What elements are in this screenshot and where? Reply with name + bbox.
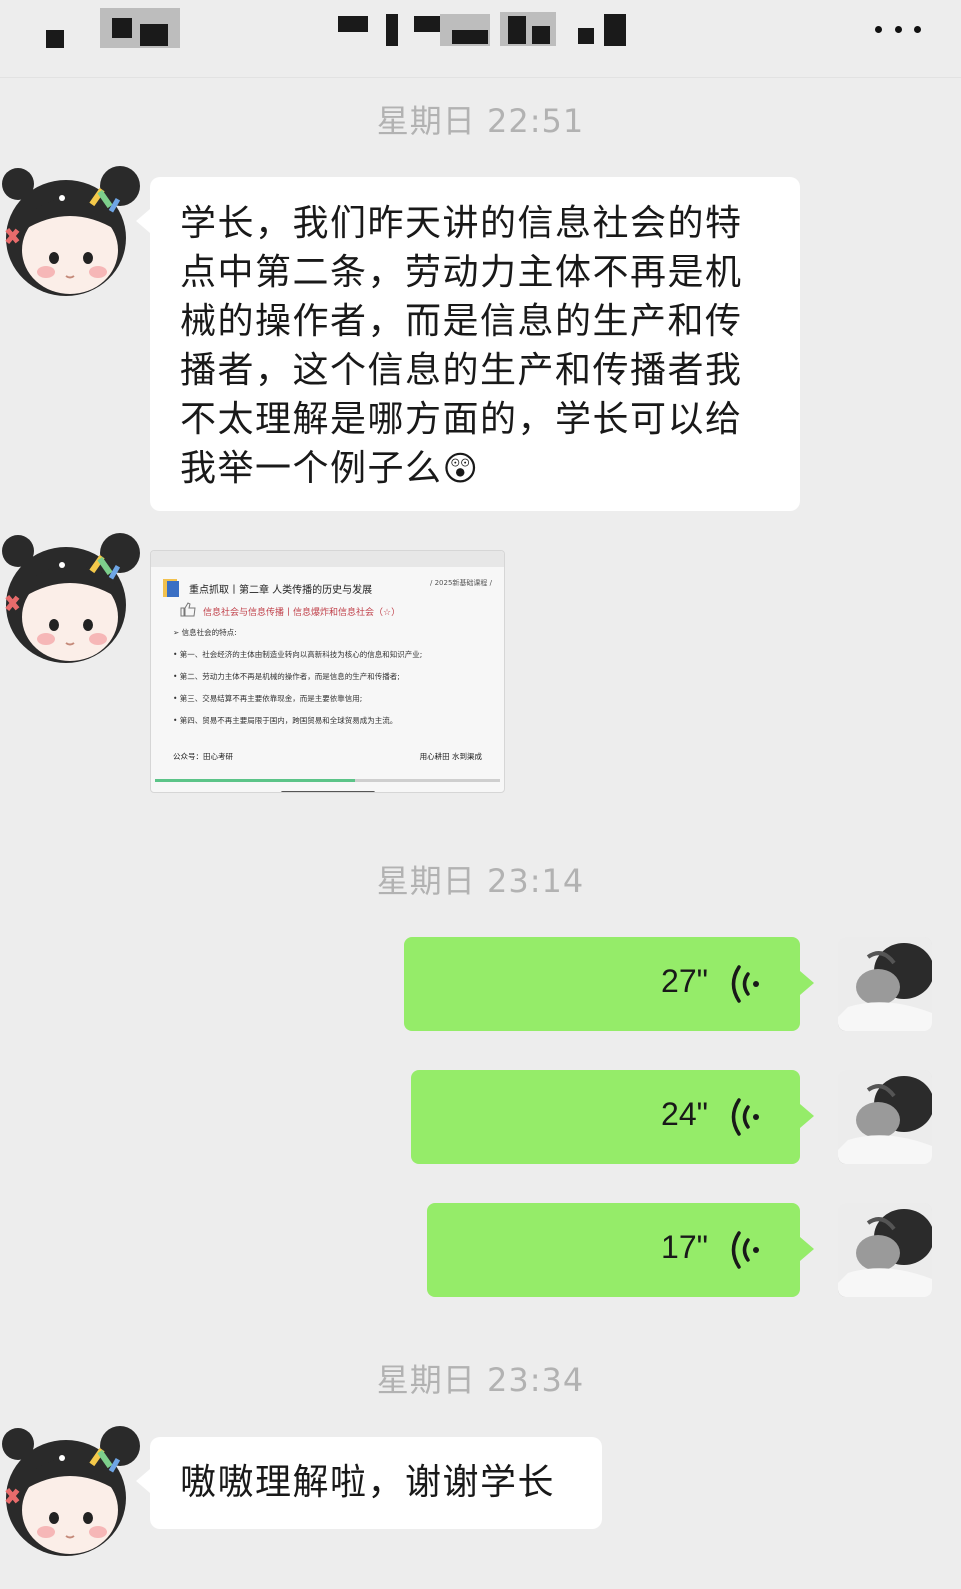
redacted-title-block xyxy=(112,18,132,38)
redacted-title-block xyxy=(578,28,594,44)
self-avatar[interactable] xyxy=(838,1070,932,1164)
image-footer-left: 公众号：田心考研 xyxy=(173,752,233,761)
dot xyxy=(894,25,902,33)
image-slide-title: 重点抓取丨第二章 人类传播的历史与发展 xyxy=(189,585,373,596)
redacted-title-block xyxy=(532,26,550,44)
voice-duration: 17" xyxy=(661,1229,708,1265)
image-slide-line: • 第一、社会经济的主体由制造业转向以高新科技为核心的信息和知识产业; xyxy=(173,650,423,659)
image-slide-line: • 第三、交易结算不再主要依靠现金，而是主要依靠信用; xyxy=(173,694,363,703)
contact-avatar[interactable] xyxy=(0,525,140,665)
redacted-title-block xyxy=(604,14,626,46)
more-icon[interactable] xyxy=(875,18,921,40)
video-progress-fill xyxy=(155,779,356,782)
sleeping-person-photo-icon xyxy=(838,937,932,1031)
image-header-bar xyxy=(151,551,504,567)
voice-wave-icon xyxy=(731,965,759,1003)
redacted-title-block xyxy=(508,16,526,44)
cartoon-girl-avatar-icon xyxy=(2,1426,140,1556)
redacted-title-block xyxy=(46,30,64,48)
video-progress-bar[interactable] xyxy=(155,779,500,782)
self-avatar[interactable] xyxy=(838,937,932,1031)
cartoon-girl-avatar-icon xyxy=(2,166,140,296)
incoming-text-message[interactable]: 嗷嗷理解啦，谢谢学长 xyxy=(136,1437,602,1529)
outgoing-voice-message[interactable]: 27" xyxy=(404,937,814,1031)
timestamp: 星期日 22:51 xyxy=(376,102,585,140)
redacted-title-block xyxy=(338,16,368,32)
dot xyxy=(914,25,921,33)
redacted-title-block xyxy=(452,30,488,44)
contact-avatar[interactable] xyxy=(0,158,140,298)
sleeping-person-photo-icon xyxy=(838,1203,932,1297)
contact-avatar[interactable] xyxy=(0,1418,140,1558)
image-message[interactable]: 重点抓取丨第二章 人类传播的历史与发展 / 2025新基础课程 / 信息社会与信… xyxy=(150,550,505,793)
image-slide-subtitle: 信息社会与信息传播丨信息爆炸和信息社会（☆） xyxy=(203,608,401,618)
image-slide-line: • 第四、贸易不再主要局限于国内，跨国贸易和全球贸易成为主流。 xyxy=(173,716,398,725)
reply-text: 嗷嗷理解啦，谢谢学长 xyxy=(180,1462,556,1503)
redacted-title-block xyxy=(386,14,398,46)
dot xyxy=(875,25,882,33)
outgoing-voice-message[interactable]: 24" xyxy=(411,1070,814,1164)
voice-wave-icon xyxy=(731,1098,759,1136)
image-slide-tag: / 2025新基础课程 / xyxy=(430,579,492,587)
image-home-indicator xyxy=(281,791,375,792)
timestamp: 星期日 23:34 xyxy=(376,1361,585,1399)
image-slide-line: ➢ 信息社会的特点: xyxy=(173,628,237,637)
image-slide-line: • 第二、劳动力主体不再是机械的操作者，而是信息的生产和传播者; xyxy=(173,672,400,681)
question-text: 学长，我们昨天讲的信息社会的特点中第二条，劳动力主体不再是机械的操作者，而是信息… xyxy=(180,203,743,489)
image-footer-right: 用心耕田 水到渠成 xyxy=(419,752,482,761)
self-avatar[interactable] xyxy=(838,1203,932,1297)
voice-duration: 27" xyxy=(661,963,708,999)
book-icon xyxy=(163,579,179,597)
outgoing-voice-message[interactable]: 17" xyxy=(427,1203,814,1297)
redacted-title-block xyxy=(140,24,168,46)
voice-duration: 24" xyxy=(661,1096,708,1132)
astonished-emoji-icon: 😲 xyxy=(442,449,480,489)
title-bar xyxy=(0,0,961,78)
thumbs-up-icon xyxy=(180,602,196,617)
sleeping-person-photo-icon xyxy=(838,1070,932,1164)
timestamp: 星期日 23:14 xyxy=(376,862,585,900)
cartoon-girl-avatar-icon xyxy=(2,533,140,663)
redacted-title-block xyxy=(414,16,440,32)
message-text: 学长，我们昨天讲的信息社会的特点中第二条，劳动力主体不再是机械的操作者，而是信息… xyxy=(180,199,774,494)
incoming-text-message[interactable]: 学长，我们昨天讲的信息社会的特点中第二条，劳动力主体不再是机械的操作者，而是信息… xyxy=(136,177,800,511)
voice-wave-icon xyxy=(731,1231,759,1269)
